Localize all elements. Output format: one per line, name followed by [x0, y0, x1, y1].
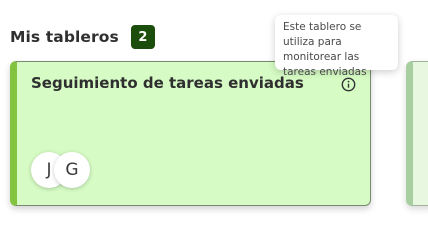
boards-count-badge: 2: [130, 25, 155, 49]
board-info-tooltip: Este tablero se utiliza para monitorear …: [275, 15, 398, 78]
avatar[interactable]: G: [54, 152, 90, 188]
section-title: Mis tableros: [10, 28, 119, 46]
board-card[interactable]: Seguimiento de tareas enviadas J G: [10, 61, 371, 206]
board-card-title: Seguimiento de tareas enviadas: [31, 74, 304, 92]
board-card-partial[interactable]: [406, 61, 428, 206]
section-header: Mis tableros 2: [10, 24, 155, 50]
boards-panel: Mis tableros 2 Seguimiento de tareas env…: [0, 0, 428, 222]
